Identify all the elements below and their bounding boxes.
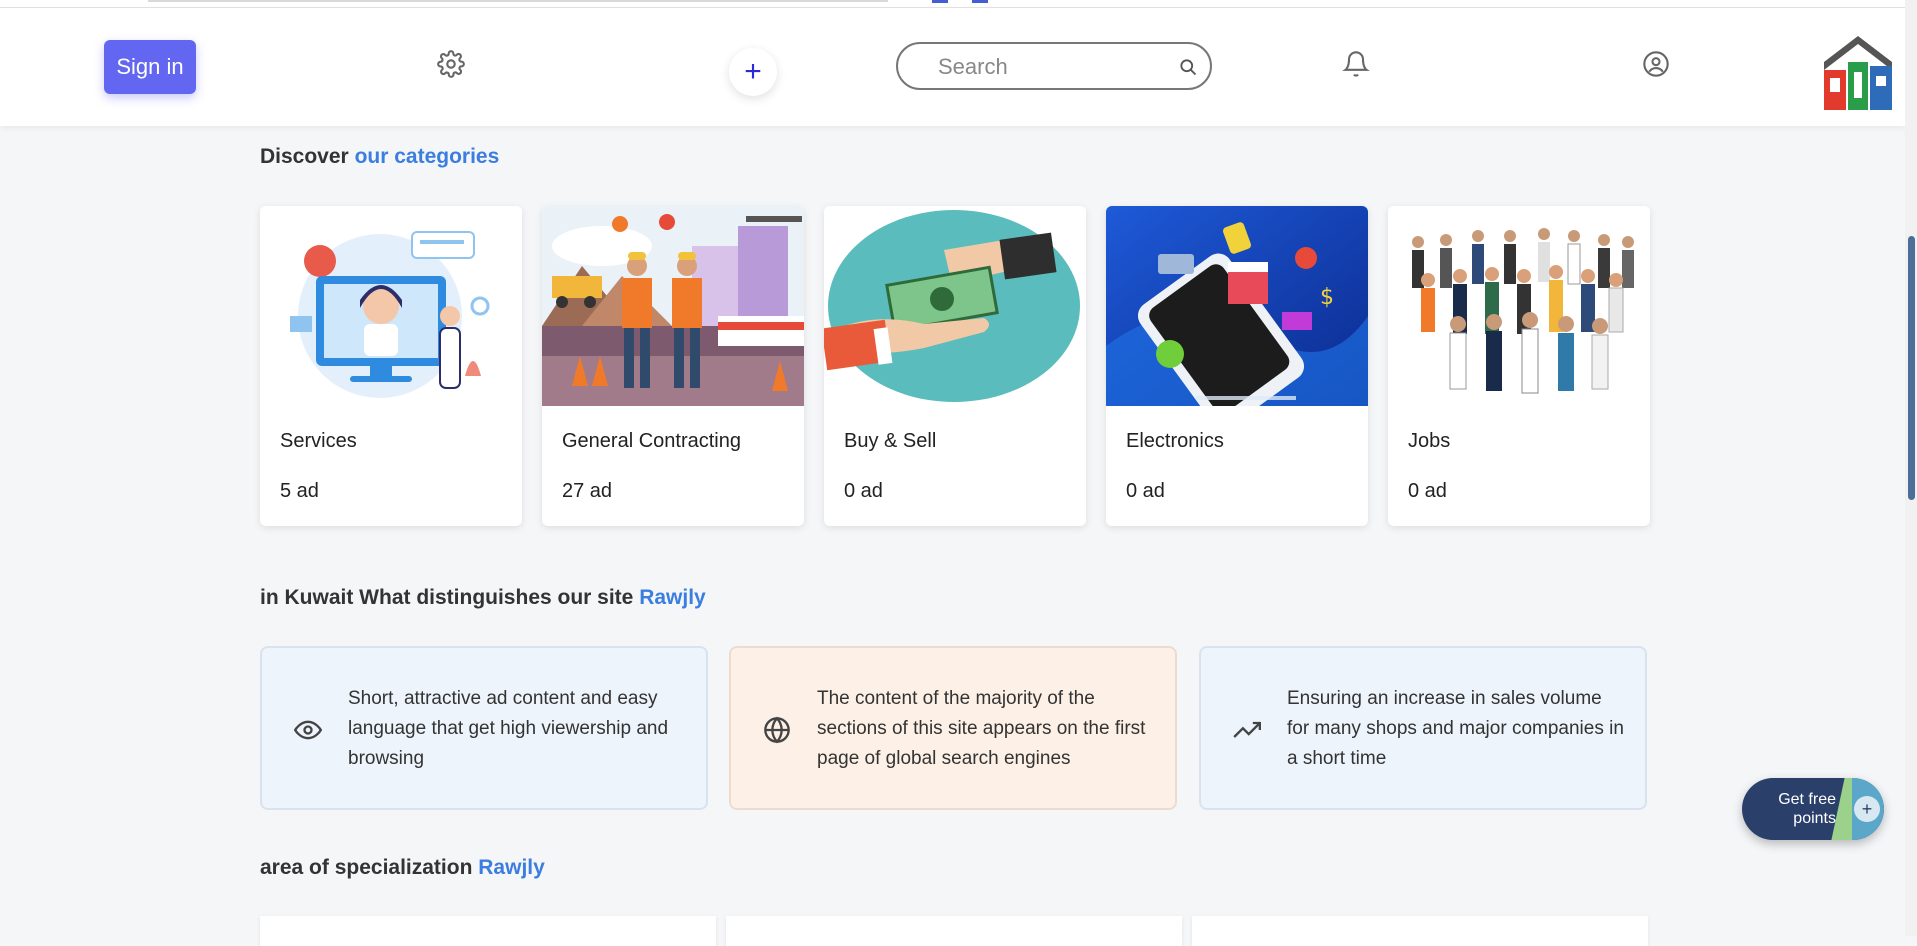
feature-card-sales-volume: Ensuring an increase in sales volume for…	[1199, 646, 1647, 810]
general-contracting-illustration	[542, 206, 804, 406]
site-header: Sign in +	[0, 8, 1905, 126]
get-free-points-button[interactable]: Get free points +	[1742, 778, 1884, 840]
category-name: General Contracting	[562, 430, 741, 452]
feature-text: The content of the majority of the secti…	[817, 688, 1146, 769]
category-name: Electronics	[1126, 430, 1224, 452]
category-ad-count: 0 ad	[1126, 480, 1165, 502]
feature-card-search-engines: The content of the majority of the secti…	[729, 646, 1177, 810]
feature-card-viewership: Short, attractive ad content and easy la…	[260, 646, 708, 810]
category-card-jobs[interactable]: Jobs 0 ad	[1388, 206, 1650, 526]
sign-in-button[interactable]: Sign in	[104, 40, 196, 94]
category-name: Services	[280, 430, 357, 452]
eye-icon	[294, 720, 322, 740]
user-circle-icon[interactable]	[1642, 50, 1670, 78]
categories-heading-accent: our categories	[354, 145, 500, 168]
specialization-card[interactable]	[1192, 916, 1648, 946]
categories-heading-prefix: Discover	[260, 145, 349, 168]
categories-heading: Discover our categories	[260, 145, 499, 169]
category-ad-count: 5 ad	[280, 480, 319, 502]
search-input[interactable]	[936, 52, 1170, 82]
specialization-card[interactable]	[260, 916, 716, 946]
plus-icon: +	[1854, 796, 1880, 822]
top-strip-marker	[932, 0, 948, 3]
electronics-illustration: $	[1106, 206, 1368, 406]
distinguishes-heading-prefix: in Kuwait What distinguishes our site	[260, 586, 634, 609]
services-illustration	[260, 206, 522, 406]
category-ad-count: 0 ad	[1408, 480, 1447, 502]
feature-text: Short, attractive ad content and easy la…	[348, 688, 669, 769]
trending-up-icon	[1233, 721, 1261, 738]
specialization-card[interactable]	[726, 916, 1182, 946]
specialization-heading-accent: Rawjly	[478, 856, 545, 879]
add-ad-button[interactable]: +	[729, 48, 777, 96]
buy-sell-illustration	[824, 206, 1086, 406]
specialization-heading-prefix: area of specialization	[260, 856, 473, 879]
browser-top-strip	[0, 0, 1905, 8]
category-card-services[interactable]: Services 5 ad	[260, 206, 522, 526]
category-card-electronics[interactable]: $ Electronics 0 ad	[1106, 206, 1368, 526]
site-logo[interactable]	[1820, 32, 1896, 112]
category-name: Jobs	[1408, 430, 1451, 452]
distinguishes-heading: in Kuwait What distinguishes our site Ra…	[260, 586, 706, 610]
category-ad-count: 0 ad	[844, 480, 883, 502]
svg-text:$: $	[1320, 285, 1334, 310]
category-card-buy-sell[interactable]: Buy & Sell 0 ad	[824, 206, 1086, 526]
top-strip-marker	[972, 0, 988, 3]
category-name: Buy & Sell	[844, 430, 937, 452]
search-icon[interactable]	[1178, 57, 1198, 77]
scrollbar-thumb[interactable]	[1908, 236, 1915, 500]
feature-text: Ensuring an increase in sales volume for…	[1287, 688, 1624, 769]
category-card-general-contracting[interactable]: General Contracting 27 ad	[542, 206, 804, 526]
bell-icon[interactable]	[1342, 50, 1370, 78]
gear-icon[interactable]	[437, 50, 465, 78]
get-free-points-label: Get free points	[1778, 791, 1836, 827]
search-box	[896, 42, 1212, 90]
globe-icon	[764, 716, 790, 744]
jobs-illustration	[1388, 206, 1650, 406]
top-strip-line	[148, 0, 888, 2]
category-ad-count: 27 ad	[562, 480, 613, 502]
distinguishes-heading-accent: Rawjly	[639, 586, 706, 609]
specialization-heading: area of specialization Rawjly	[260, 856, 545, 880]
